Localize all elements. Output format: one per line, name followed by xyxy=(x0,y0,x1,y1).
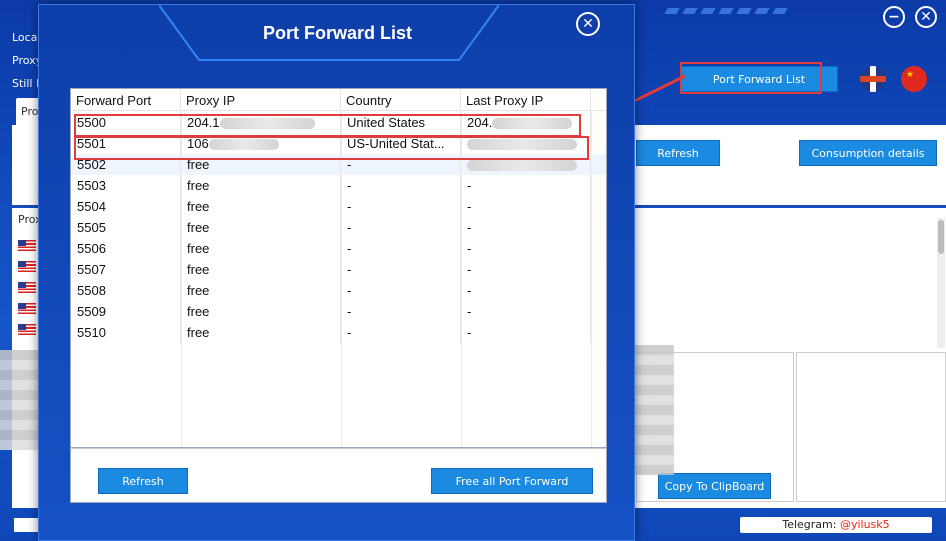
table-row[interactable]: 5506 free - - xyxy=(71,238,606,259)
table-header: Forward Port Proxy IP Country Last Proxy… xyxy=(71,89,606,111)
us-flag-icon xyxy=(18,303,36,314)
port-cell: 5510 xyxy=(71,322,181,343)
country-cell: - xyxy=(341,196,461,217)
last-ip-cell: - xyxy=(461,238,591,259)
spacer-cell xyxy=(591,217,606,238)
highlight-box-row xyxy=(74,114,581,137)
blurred-region xyxy=(0,350,40,450)
free-all-port-forward-button[interactable]: Free all Port Forward xyxy=(431,468,593,494)
proxy-ip-cell: free xyxy=(181,217,341,238)
column-header xyxy=(591,89,606,110)
close-icon[interactable]: ✕ xyxy=(915,6,937,28)
port-forward-table: Forward Port Proxy IP Country Last Proxy… xyxy=(70,88,607,448)
highlight-box-row xyxy=(74,136,589,160)
spacer-cell xyxy=(591,196,606,217)
column-header[interactable]: Last Proxy IP xyxy=(461,89,591,110)
country-cell: - xyxy=(341,301,461,322)
header-decoration xyxy=(664,8,788,14)
copy-to-clipboard-button[interactable]: Copy To ClipBoard xyxy=(658,473,771,499)
last-ip-cell: - xyxy=(461,259,591,280)
minimize-icon[interactable]: − xyxy=(883,6,905,28)
table-row[interactable]: 5503 free - - xyxy=(71,175,606,196)
proxy-ip-cell: free xyxy=(181,322,341,343)
country-cell: - xyxy=(341,259,461,280)
spacer-cell xyxy=(591,301,606,322)
last-ip-cell: - xyxy=(461,322,591,343)
proxy-ip-cell: free xyxy=(181,238,341,259)
proxy-ip-cell: free xyxy=(181,175,341,196)
table-row[interactable]: 5510 free - - xyxy=(71,322,606,343)
table-row[interactable]: 5504 free - - xyxy=(71,196,606,217)
proxy-ip-cell: free xyxy=(181,259,341,280)
dialog-title: Port Forward List xyxy=(262,23,412,43)
us-flag-icon xyxy=(18,261,36,272)
proxy-ip-cell: free xyxy=(181,196,341,217)
consumption-details-button[interactable]: Consumption details xyxy=(799,140,937,166)
proxy-ip-cell: free xyxy=(181,280,341,301)
telegram-handle[interactable]: @yilusk5 xyxy=(840,518,890,531)
spacer-cell xyxy=(591,238,606,259)
column-header[interactable]: Proxy IP xyxy=(181,89,341,110)
port-cell: 5509 xyxy=(71,301,181,322)
spacer-cell xyxy=(591,112,606,133)
spacer-cell xyxy=(591,154,606,175)
uk-flag-icon[interactable] xyxy=(860,66,886,92)
port-forward-dialog: Port Forward List ✕ Forward Port Proxy I… xyxy=(38,4,635,541)
table-row[interactable]: 5505 free - - xyxy=(71,217,606,238)
refresh-button-bg[interactable]: Refresh xyxy=(636,140,720,166)
spacer-cell xyxy=(591,133,606,154)
highlight-box-button xyxy=(680,62,822,94)
us-flag-icon xyxy=(18,324,36,335)
country-cell: - xyxy=(341,280,461,301)
scrollbar[interactable] xyxy=(937,218,945,348)
refresh-button[interactable]: Refresh xyxy=(98,468,188,494)
port-cell: 5505 xyxy=(71,217,181,238)
port-cell: 5506 xyxy=(71,238,181,259)
detail-box xyxy=(796,352,946,502)
spacer-cell xyxy=(591,175,606,196)
port-cell: 5507 xyxy=(71,259,181,280)
country-cell: - xyxy=(341,322,461,343)
country-cell: - xyxy=(341,175,461,196)
port-cell: 5508 xyxy=(71,280,181,301)
column-header[interactable]: Forward Port xyxy=(71,89,181,110)
telegram-contact[interactable]: Telegram: @yilusk5 xyxy=(740,517,932,533)
spacer-cell xyxy=(591,322,606,343)
us-flag-icon xyxy=(18,240,36,251)
blurred-region xyxy=(632,345,674,475)
table-row[interactable]: 5507 free - - xyxy=(71,259,606,280)
dialog-footer: Refresh Free all Port Forward xyxy=(70,448,607,503)
china-flag-icon[interactable]: ★ xyxy=(901,66,927,92)
port-cell: 5504 xyxy=(71,196,181,217)
spacer-cell xyxy=(591,259,606,280)
last-ip-cell: - xyxy=(461,217,591,238)
us-flag-icon xyxy=(18,282,36,293)
column-header[interactable]: Country xyxy=(341,89,461,110)
country-cell: - xyxy=(341,217,461,238)
masked-value xyxy=(467,160,577,172)
port-cell: 5503 xyxy=(71,175,181,196)
last-ip-cell: - xyxy=(461,175,591,196)
proxy-ip-cell: free xyxy=(181,301,341,322)
country-cell: - xyxy=(341,238,461,259)
spacer-cell xyxy=(591,280,606,301)
close-icon[interactable]: ✕ xyxy=(576,12,600,36)
last-ip-cell: - xyxy=(461,301,591,322)
last-ip-cell: - xyxy=(461,280,591,301)
table-row[interactable]: 5508 free - - xyxy=(71,280,606,301)
telegram-label: Telegram: xyxy=(782,518,840,531)
last-ip-cell: - xyxy=(461,196,591,217)
table-row[interactable]: 5509 free - - xyxy=(71,301,606,322)
local-label: Local xyxy=(12,31,41,44)
